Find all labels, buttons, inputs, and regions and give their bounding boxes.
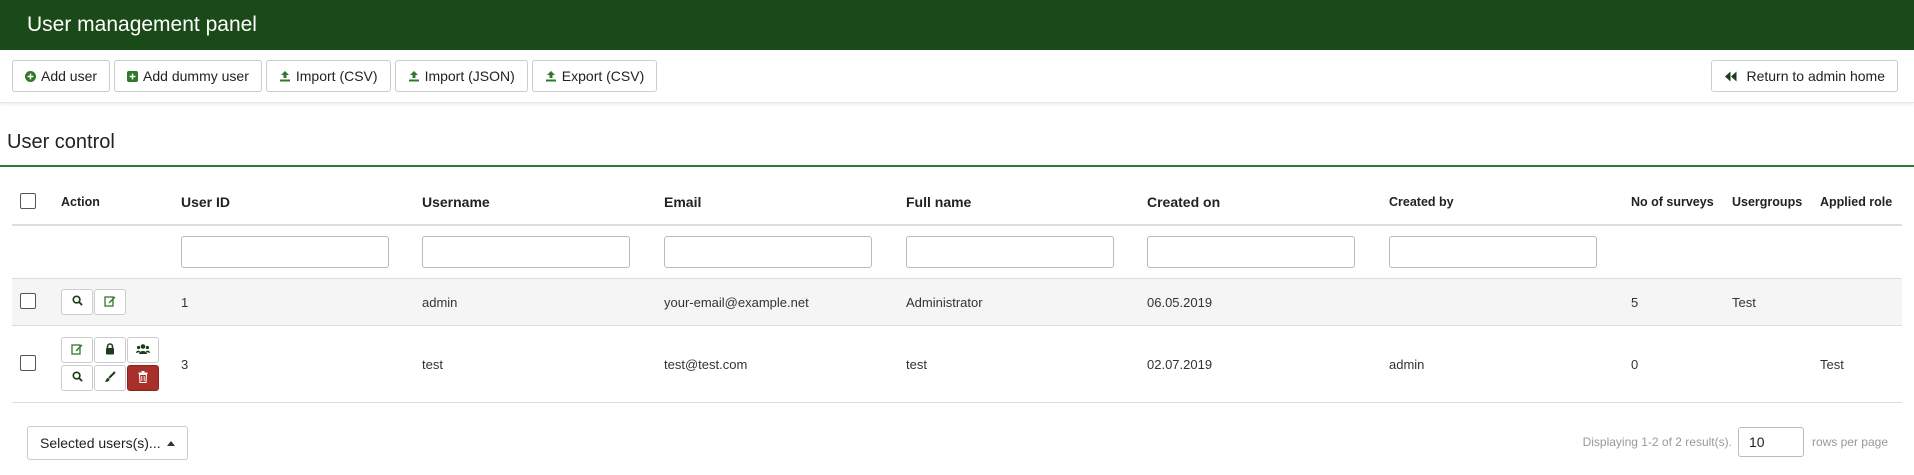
col-full-name[interactable]: Full name bbox=[906, 180, 1147, 226]
edit-icon bbox=[71, 343, 83, 358]
row-checkbox[interactable] bbox=[20, 292, 36, 309]
upload-icon bbox=[408, 70, 420, 82]
table-row: 3 test test@test.com test 02.07.2019 adm… bbox=[12, 325, 1902, 403]
selected-users-dropdown[interactable]: Selected users(s)... bbox=[27, 426, 188, 460]
email-filter-input[interactable] bbox=[664, 236, 872, 268]
cell-username: test bbox=[422, 325, 664, 403]
export-csv-button[interactable]: Export (CSV) bbox=[531, 60, 658, 92]
cell-applied-role bbox=[1820, 278, 1902, 326]
plus-square-icon bbox=[127, 70, 139, 82]
cell-no-surveys: 0 bbox=[1631, 325, 1732, 403]
table-header-row: Action User ID Username Email Full name … bbox=[12, 180, 1902, 226]
created-by-filter-input[interactable] bbox=[1389, 236, 1597, 268]
add-user-label: Add user bbox=[41, 68, 98, 84]
col-username[interactable]: Username bbox=[422, 180, 664, 226]
mass-action-area: Selected users(s)... bbox=[27, 426, 188, 460]
export-csv-label: Export (CSV) bbox=[561, 68, 645, 84]
edit-icon bbox=[104, 295, 116, 310]
cell-email: your-email@example.net bbox=[664, 278, 906, 326]
permissions-button[interactable] bbox=[94, 337, 126, 363]
cell-no-surveys: 5 bbox=[1631, 278, 1732, 326]
cell-created-on: 06.05.2019 bbox=[1147, 278, 1389, 326]
filter-row bbox=[12, 225, 1902, 279]
cell-applied-role: Test bbox=[1820, 325, 1902, 403]
username-filter-input[interactable] bbox=[422, 236, 630, 268]
col-usergroups: Usergroups bbox=[1732, 180, 1820, 226]
col-no-surveys: No of surveys bbox=[1631, 180, 1732, 226]
caret-up-icon bbox=[166, 440, 175, 446]
cell-full-name: test bbox=[906, 325, 1147, 403]
add-dummy-user-button[interactable]: Add dummy user bbox=[114, 60, 262, 92]
view-user-button[interactable] bbox=[61, 289, 93, 315]
delete-user-button[interactable] bbox=[127, 365, 159, 391]
return-to-admin-home-button[interactable]: Return to admin home bbox=[1711, 60, 1898, 92]
pagination: Displaying 1-2 of 2 result(s). 10 rows p… bbox=[1583, 427, 1888, 457]
page-size-value: 10 bbox=[1748, 434, 1765, 450]
page-size-input[interactable]: 10 bbox=[1737, 427, 1804, 457]
full-name-filter-input[interactable] bbox=[906, 236, 1114, 268]
cell-created-on: 02.07.2019 bbox=[1147, 325, 1389, 403]
created-on-filter-input[interactable] bbox=[1147, 236, 1355, 268]
import-csv-button[interactable]: Import (CSV) bbox=[265, 60, 391, 92]
cell-full-name: Administrator bbox=[906, 278, 1147, 326]
usergroups-button[interactable] bbox=[127, 337, 159, 363]
import-json-button[interactable]: Import (JSON) bbox=[394, 60, 528, 92]
rows-per-page-label: rows per page bbox=[1811, 435, 1888, 449]
row-checkbox[interactable] bbox=[20, 354, 36, 371]
import-json-label: Import (JSON) bbox=[424, 68, 515, 84]
page-title: User management panel bbox=[27, 13, 257, 36]
brush-icon bbox=[104, 370, 116, 386]
section-title: User control bbox=[7, 131, 115, 153]
cell-user-id: 3 bbox=[181, 325, 422, 403]
view-user-button[interactable] bbox=[61, 365, 93, 391]
result-summary: Displaying 1-2 of 2 result(s). bbox=[1582, 435, 1732, 449]
users-table: Action User ID Username Email Full name … bbox=[12, 180, 1902, 403]
section-divider bbox=[0, 165, 1914, 167]
toolbar: Add user Add dummy user Import (CSV) Imp… bbox=[0, 50, 1914, 103]
cell-usergroups bbox=[1732, 325, 1820, 403]
cell-usergroups: Test bbox=[1732, 278, 1820, 326]
add-user-button[interactable]: Add user bbox=[12, 60, 111, 92]
cell-created-by bbox=[1389, 278, 1631, 326]
add-dummy-user-label: Add dummy user bbox=[143, 68, 249, 84]
upload-icon bbox=[545, 70, 557, 82]
col-user-id[interactable]: User ID bbox=[181, 180, 422, 226]
cell-email: test@test.com bbox=[664, 325, 906, 403]
import-csv-label: Import (CSV) bbox=[295, 68, 378, 84]
plus-circle-icon bbox=[25, 70, 36, 82]
selected-users-label: Selected users(s)... bbox=[40, 435, 161, 451]
col-applied-role: Applied role bbox=[1820, 180, 1902, 226]
user-id-filter-input[interactable] bbox=[181, 236, 389, 268]
col-created-on[interactable]: Created on bbox=[1147, 180, 1389, 226]
trash-icon bbox=[138, 370, 148, 386]
return-to-admin-home-label: Return to admin home bbox=[1746, 68, 1885, 84]
cell-user-id: 1 bbox=[181, 278, 422, 326]
search-icon bbox=[71, 295, 83, 309]
users-icon bbox=[136, 343, 150, 358]
theme-permissions-button[interactable] bbox=[94, 365, 126, 391]
col-action: Action bbox=[61, 180, 181, 226]
page-header: User management panel bbox=[0, 0, 1914, 50]
edit-user-button[interactable] bbox=[94, 289, 126, 315]
col-email[interactable]: Email bbox=[664, 180, 906, 226]
upload-icon bbox=[279, 70, 291, 82]
table-row: 1 admin your-email@example.net Administr… bbox=[12, 278, 1902, 326]
lock-icon bbox=[105, 342, 115, 358]
select-all-checkbox[interactable] bbox=[20, 192, 36, 209]
cell-username: admin bbox=[422, 278, 664, 326]
col-created-by: Created by bbox=[1389, 180, 1631, 226]
search-icon bbox=[71, 371, 83, 385]
fast-backward-icon bbox=[1724, 71, 1737, 82]
edit-user-button[interactable] bbox=[61, 337, 93, 363]
cell-created-by: admin bbox=[1389, 325, 1631, 403]
